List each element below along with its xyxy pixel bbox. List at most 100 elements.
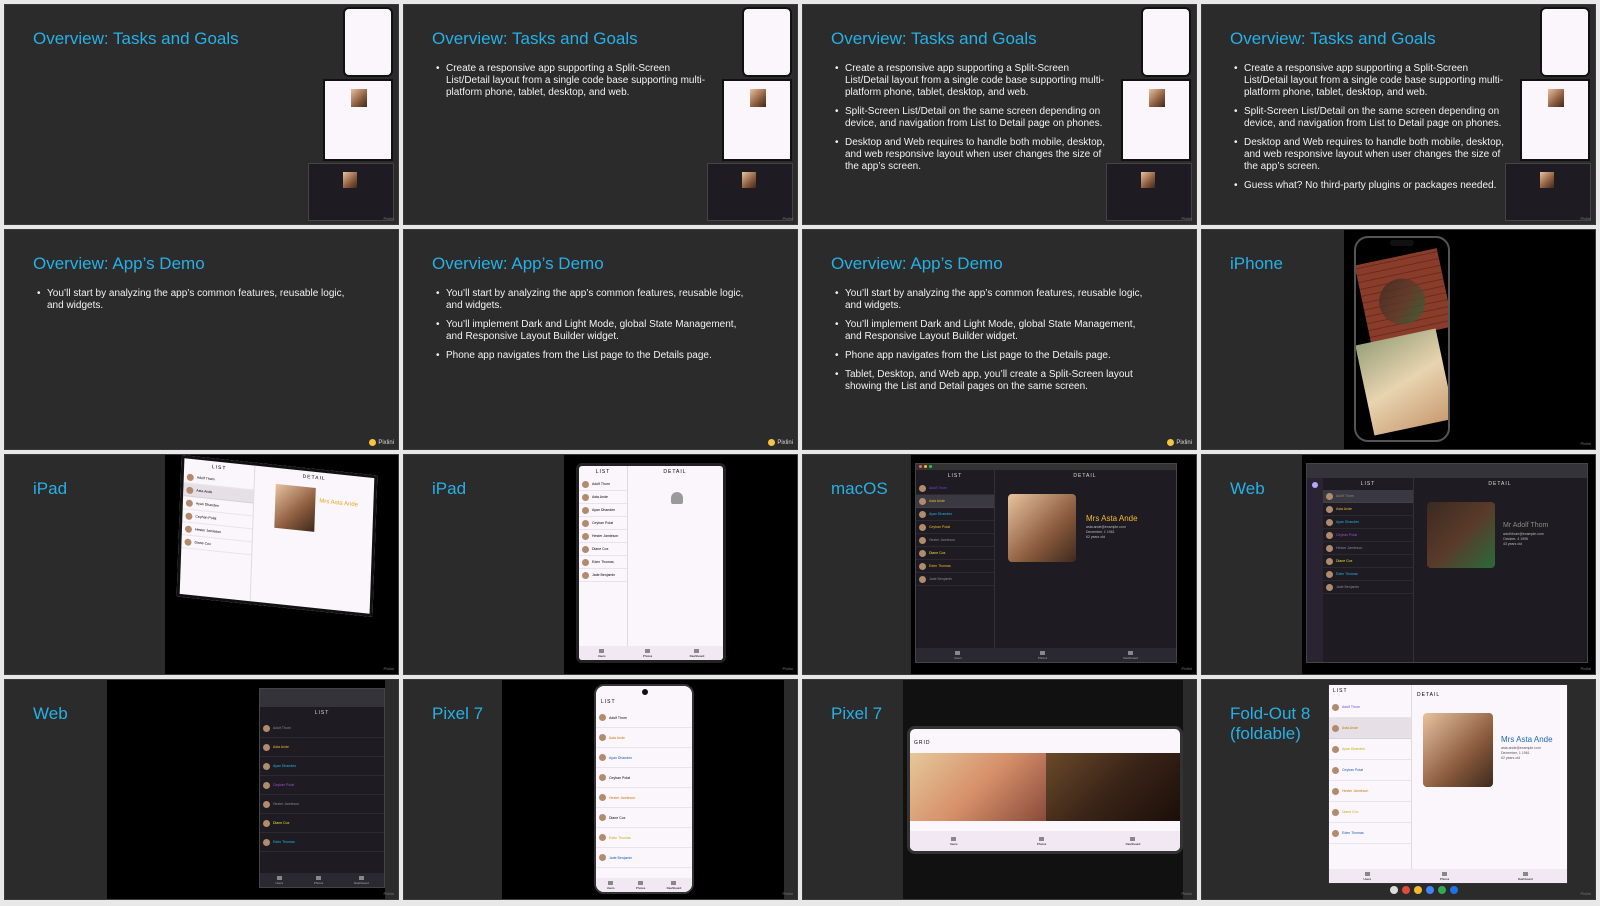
list-item[interactable]: Jade Benjamin <box>916 573 994 586</box>
nav-photos[interactable]: Photos <box>314 875 323 885</box>
slide-pixel7-grid[interactable]: Pixel 7 GRID Users Photos Dashboard Pixl… <box>802 679 1197 900</box>
slide-tasks-goals-4[interactable]: Overview: Tasks and Goals Create a respo… <box>1201 4 1596 225</box>
nav-users[interactable]: Users <box>598 648 606 658</box>
list-item[interactable]: Asta Ande <box>1329 718 1411 739</box>
list-item[interactable]: Eden Thomas <box>916 560 994 573</box>
app-icon[interactable] <box>1438 886 1446 894</box>
list-item[interactable]: Adolf Thom <box>916 482 994 495</box>
nav-users[interactable]: Users <box>1363 871 1371 881</box>
list-item[interactable]: Ceyhan Polat <box>260 776 384 795</box>
list-item[interactable]: Eden Thomas <box>260 833 384 852</box>
list-item[interactable]: Ayan Dhanden <box>596 748 692 768</box>
list-item[interactable]: Hester Jamieson <box>596 788 692 808</box>
nav-dashboard[interactable]: Dashboard <box>1126 836 1140 846</box>
slide-app-demo-1[interactable]: Overview: App’s Demo You’ll start by ana… <box>4 229 399 450</box>
profile-photo <box>274 483 316 532</box>
minimize-icon[interactable] <box>924 465 927 468</box>
list-item[interactable]: Adolf Thom <box>1323 490 1413 503</box>
nav-dashboard[interactable]: Dashboard <box>354 875 369 885</box>
list-item[interactable]: Diane Cox <box>1323 555 1413 568</box>
zoom-icon[interactable] <box>929 465 932 468</box>
nav-dashboard[interactable]: Dashboard <box>1518 871 1533 881</box>
list-item[interactable]: Eden Thomas <box>1329 823 1411 844</box>
list-item[interactable]: Ayan Dhanden <box>1329 739 1411 760</box>
list-item[interactable]: Ceyhan Polat <box>1323 529 1413 542</box>
detail-header: DETAIL <box>302 473 326 483</box>
slide-app-demo-3[interactable]: Overview: App’s Demo You’ll start by ana… <box>802 229 1197 450</box>
nav-dashboard[interactable]: Dashboard <box>690 648 704 658</box>
list-item[interactable]: Adolf Thom <box>596 708 692 728</box>
slide-title: Overview: App’s Demo <box>33 254 205 273</box>
slide-ipad-2[interactable]: iPad LIST Adolf Thom Asta Ande Ayan Dhan… <box>403 454 798 675</box>
nav-users[interactable]: Users <box>950 836 958 846</box>
slide-tasks-goals-3[interactable]: Overview: Tasks and Goals Create a respo… <box>802 4 1197 225</box>
brand-icon <box>768 439 776 446</box>
list-item[interactable]: Ayan Dhanden <box>1323 516 1413 529</box>
users-icon[interactable] <box>1312 482 1318 488</box>
grid-photo[interactable] <box>1046 753 1180 821</box>
list-item[interactable]: Hester Jamieson <box>260 795 384 814</box>
list-item[interactable]: Diane Cox <box>916 547 994 560</box>
list-item[interactable]: Ayan Dhanden <box>579 504 627 517</box>
list-item[interactable]: Ceyhan Polat <box>1329 760 1411 781</box>
nav-users[interactable]: Users <box>275 875 283 885</box>
slide-ipad-1[interactable]: iPad LIST Adolf Thom Asta Ande Ayan Dhan… <box>4 454 399 675</box>
slide-web-wide[interactable]: Web LIST Adolf Thom Asta Ande Ayan Dhand… <box>1201 454 1596 675</box>
list-item[interactable]: Hester Jamieson <box>916 534 994 547</box>
app-icon[interactable] <box>1390 886 1398 894</box>
list-item[interactable]: Asta Ande <box>1323 503 1413 516</box>
nav-photos[interactable]: Photos <box>636 880 645 890</box>
detail-header: DETAIL <box>1073 473 1097 479</box>
nav-photos[interactable]: Photos <box>1037 836 1046 846</box>
nav-photos[interactable]: Photos <box>1440 871 1449 881</box>
app-icon[interactable] <box>1450 886 1458 894</box>
nav-photos[interactable]: Photos <box>1038 650 1047 660</box>
list-item[interactable]: Hester Jamieson <box>1323 542 1413 555</box>
slide-iphone[interactable]: iPhone Pixlini <box>1201 229 1596 450</box>
slide-tasks-goals-1[interactable]: Overview: Tasks and Goals Pixlini <box>4 4 399 225</box>
slide-pixel7-list[interactable]: Pixel 7 LIST Adolf Thom Asta Ande Ayan D… <box>403 679 798 900</box>
list-item[interactable]: Adolf Thom <box>1329 697 1411 718</box>
app-icon[interactable] <box>1414 886 1422 894</box>
list-item[interactable]: Ceyhan Polat <box>579 517 627 530</box>
app-icon[interactable] <box>1426 886 1434 894</box>
list-item[interactable]: Adolf Thom <box>579 478 627 491</box>
slide-web-narrow[interactable]: Web LIST Adolf Thom Asta Ande Ayan Dhand… <box>4 679 399 900</box>
list-item[interactable]: Hester Jamieson <box>579 530 627 543</box>
list-item[interactable]: Jade Benjamin <box>596 848 692 868</box>
list-item[interactable]: Diane Cox <box>579 543 627 556</box>
app-icon[interactable] <box>1402 886 1410 894</box>
list-item[interactable]: Hester Jamieson <box>1329 781 1411 802</box>
list-item[interactable]: Jade Benjamin <box>1323 581 1413 594</box>
list-item[interactable]: Eden Thomas <box>596 828 692 848</box>
list-item[interactable]: Eden Thomas <box>1323 568 1413 581</box>
list-item[interactable]: Ayan Dhanden <box>916 508 994 521</box>
nav-users[interactable]: Users <box>607 880 615 890</box>
detail-name: Mrs Asta Ande <box>1086 514 1138 523</box>
list-item[interactable]: Adolf Thom <box>260 719 384 738</box>
nav-dashboard[interactable]: Dashboard <box>667 880 681 890</box>
list-header: LIST <box>1360 481 1376 487</box>
list-item[interactable]: Jade Benjamin <box>579 569 627 582</box>
list-item[interactable]: Ceyhan Polat <box>916 521 994 534</box>
nav-users[interactable]: Users <box>954 650 962 660</box>
list-item[interactable]: Diane Cox <box>596 808 692 828</box>
nav-dashboard[interactable]: Dashboard <box>1123 650 1138 660</box>
list-item[interactable]: Asta Ande <box>579 491 627 504</box>
list-item[interactable]: Diane Cox <box>1329 802 1411 823</box>
list-item[interactable]: Ceyhan Polat <box>596 768 692 788</box>
grid-photo[interactable] <box>910 753 1046 821</box>
close-icon[interactable] <box>919 465 922 468</box>
list-item[interactable]: Ayan Dhanden <box>260 757 384 776</box>
nav-photos[interactable]: Photos <box>643 648 652 658</box>
list-item[interactable]: Eden Thomas <box>579 556 627 569</box>
slide-app-demo-2[interactable]: Overview: App’s Demo You’ll start by ana… <box>403 229 798 450</box>
slide-tasks-goals-2[interactable]: Overview: Tasks and Goals Create a respo… <box>403 4 798 225</box>
list-item[interactable]: Asta Ande <box>596 728 692 748</box>
slide-macos[interactable]: macOS LIST Adolf Thom Asta Ande Ayan Dha… <box>802 454 1197 675</box>
list-item[interactable]: Asta Ande <box>916 495 994 508</box>
list-item[interactable]: Diane Cox <box>260 814 384 833</box>
desktop-preview <box>308 163 394 221</box>
list-item[interactable]: Asta Ande <box>260 738 384 757</box>
slide-foldout8[interactable]: Fold-Out 8 (foldable) LIST Adolf Thom As… <box>1201 679 1596 900</box>
